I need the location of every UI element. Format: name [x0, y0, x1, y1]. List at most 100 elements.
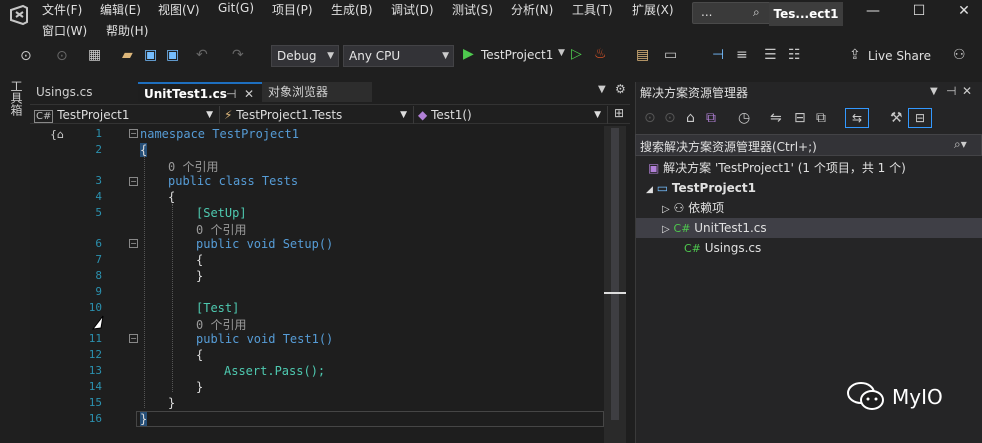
- panel-menu-icon[interactable]: ▼: [930, 86, 938, 97]
- uncomment-icon[interactable]: ☷: [788, 47, 801, 63]
- menu-help[interactable]: 帮助(H): [106, 22, 148, 39]
- code-line: {: [196, 348, 204, 362]
- line-number: 14: [88, 380, 102, 393]
- solution-search-input[interactable]: 搜索解决方案资源管理器(Ctrl+;) ⌕▾: [635, 134, 982, 156]
- global-search-button[interactable]: ... ⌕: [692, 2, 776, 24]
- pending-changes-icon[interactable]: ◷: [738, 110, 750, 126]
- tree-item-usings[interactable]: C# Usings.cs: [684, 238, 980, 258]
- fold-toggle[interactable]: −: [129, 239, 138, 248]
- code-line: namespace TestProject1: [140, 127, 299, 141]
- collapsed-arrow-icon: ▷: [662, 204, 670, 215]
- menu-git[interactable]: Git(G): [218, 1, 254, 15]
- collapsed-arrow-icon: ▷: [662, 224, 670, 235]
- chevron-down-icon: ▼: [327, 51, 334, 61]
- redo-icon[interactable]: ↷: [232, 47, 244, 63]
- close-button[interactable]: ✕: [949, 3, 979, 23]
- save-all-icon[interactable]: ▣: [166, 47, 179, 63]
- back-icon[interactable]: ⊙: [644, 110, 656, 126]
- line-number: 3: [95, 174, 102, 187]
- sync-icon[interactable]: ⇋: [770, 110, 782, 126]
- tree-item-label: Usings.cs: [704, 241, 762, 255]
- layout-icon[interactable]: ▭: [664, 47, 677, 63]
- home-icon[interactable]: ⌂: [686, 110, 695, 126]
- switch-view-icon[interactable]: ⧉: [706, 110, 716, 126]
- search-placeholder: 搜索解决方案资源管理器(Ctrl+;): [640, 140, 817, 154]
- tree-item-dependencies[interactable]: ▷ ⚇ 依赖项: [662, 198, 978, 218]
- solution-title: Tes...ect1: [769, 2, 843, 26]
- new-item-icon[interactable]: ▦: [88, 47, 101, 63]
- back-icon[interactable]: ⊙: [20, 48, 32, 64]
- project-dropdown[interactable]: C# TestProject1 ▼: [34, 106, 220, 124]
- run-dropdown-icon[interactable]: ▼: [558, 48, 565, 58]
- start-without-debug-icon[interactable]: ▷: [571, 46, 582, 62]
- pin-icon[interactable]: ⊣: [946, 84, 956, 98]
- minimize-button[interactable]: —: [858, 3, 888, 23]
- menu-tools[interactable]: 工具(T): [572, 1, 613, 18]
- filter-icon[interactable]: ⇆: [845, 108, 869, 128]
- play-icon[interactable]: ▶: [463, 46, 474, 62]
- folder-icon[interactable]: ▤: [636, 47, 649, 63]
- line-number: 8: [95, 269, 102, 282]
- code-line: {: [140, 143, 148, 157]
- code-editor[interactable]: [30, 124, 630, 443]
- format-icon[interactable]: ≡: [736, 47, 748, 63]
- scrollbar-thumb[interactable]: [611, 128, 619, 420]
- live-share-button[interactable]: Live Share: [868, 49, 931, 63]
- close-icon[interactable]: ✕: [244, 84, 254, 104]
- line-number: 16: [88, 412, 102, 425]
- scope-dropdown[interactable]: ⚡ TestProject1.Tests ▼: [224, 106, 414, 124]
- open-folder-icon[interactable]: ▰: [122, 47, 133, 63]
- toolbox-tab[interactable]: 工具箱: [6, 80, 23, 116]
- show-all-files-icon[interactable]: ⧉: [816, 110, 826, 126]
- fold-toggle[interactable]: −: [129, 177, 138, 186]
- expanded-arrow-icon: ◢: [646, 185, 653, 195]
- save-icon[interactable]: ▣: [144, 47, 157, 63]
- menu-test[interactable]: 测试(S): [452, 1, 493, 18]
- reference-count[interactable]: 0 个引用: [196, 316, 246, 333]
- chevron-down-icon: ▼: [400, 110, 407, 120]
- maximize-button[interactable]: ☐: [904, 3, 934, 23]
- step-icon[interactable]: ⊣: [712, 47, 724, 63]
- tree-item-solution[interactable]: ▣ 解决方案 'TestProject1' (1 个项目，共 1 个): [648, 158, 978, 178]
- menu-file[interactable]: 文件(F): [42, 1, 82, 18]
- tree-item-project[interactable]: ◢ ▭ TestProject1: [646, 178, 976, 198]
- fold-toggle[interactable]: −: [129, 129, 138, 138]
- fold-toggle[interactable]: −: [129, 334, 138, 343]
- gear-icon[interactable]: ⚙: [615, 82, 626, 96]
- tree-item-unittest1[interactable]: ▷ C# UnitTest1.cs: [636, 218, 982, 238]
- comment-icon[interactable]: ☰: [764, 47, 777, 63]
- reference-count[interactable]: 0 个引用: [196, 221, 246, 238]
- tab-usings[interactable]: Usings.cs: [30, 82, 134, 102]
- member-dropdown[interactable]: ◆ Test1() ▼: [418, 106, 608, 124]
- collapse-all-icon[interactable]: ⊟: [794, 110, 806, 126]
- menu-extensions[interactable]: 扩展(X): [632, 1, 674, 18]
- run-target-button[interactable]: TestProject1: [481, 48, 553, 62]
- close-icon[interactable]: ✕: [962, 84, 972, 98]
- forward-icon[interactable]: ⊙: [664, 110, 676, 126]
- menu-window[interactable]: 窗口(W): [42, 22, 87, 39]
- forward-icon[interactable]: ⊙: [56, 48, 68, 64]
- feedback-icon[interactable]: ⚇: [953, 47, 966, 63]
- search-icon: ⌕: [753, 5, 760, 19]
- menu-analyze[interactable]: 分析(N): [511, 1, 553, 18]
- menu-debug[interactable]: 调试(D): [391, 1, 434, 18]
- hot-reload-icon[interactable]: ♨: [594, 46, 607, 62]
- tab-overflow-icon[interactable]: ▼: [598, 84, 606, 95]
- search-icon: ⌕▾: [954, 137, 967, 151]
- menu-build[interactable]: 生成(B): [331, 1, 373, 18]
- menu-edit[interactable]: 编辑(E): [100, 1, 141, 18]
- properties-icon[interactable]: ⚒: [890, 110, 903, 126]
- menu-project[interactable]: 项目(P): [272, 1, 313, 18]
- reference-count[interactable]: 0 个引用: [168, 158, 218, 175]
- tab-label: 对象浏览器: [268, 85, 329, 99]
- config-select[interactable]: Debug ▼: [271, 45, 339, 67]
- tab-unittest1[interactable]: UnitTest1.cs ⊣ ✕: [138, 82, 262, 102]
- tab-object-browser[interactable]: 对象浏览器: [262, 82, 372, 102]
- pin-icon[interactable]: ⊣: [226, 84, 236, 104]
- platform-select[interactable]: Any CPU ▼: [343, 45, 454, 67]
- split-icon[interactable]: ⊞: [614, 106, 624, 120]
- preview-icon[interactable]: ⊟: [908, 108, 932, 128]
- undo-icon[interactable]: ↶: [196, 47, 208, 63]
- menu-view[interactable]: 视图(V): [158, 1, 200, 18]
- tree-item-label: TestProject1: [671, 181, 756, 195]
